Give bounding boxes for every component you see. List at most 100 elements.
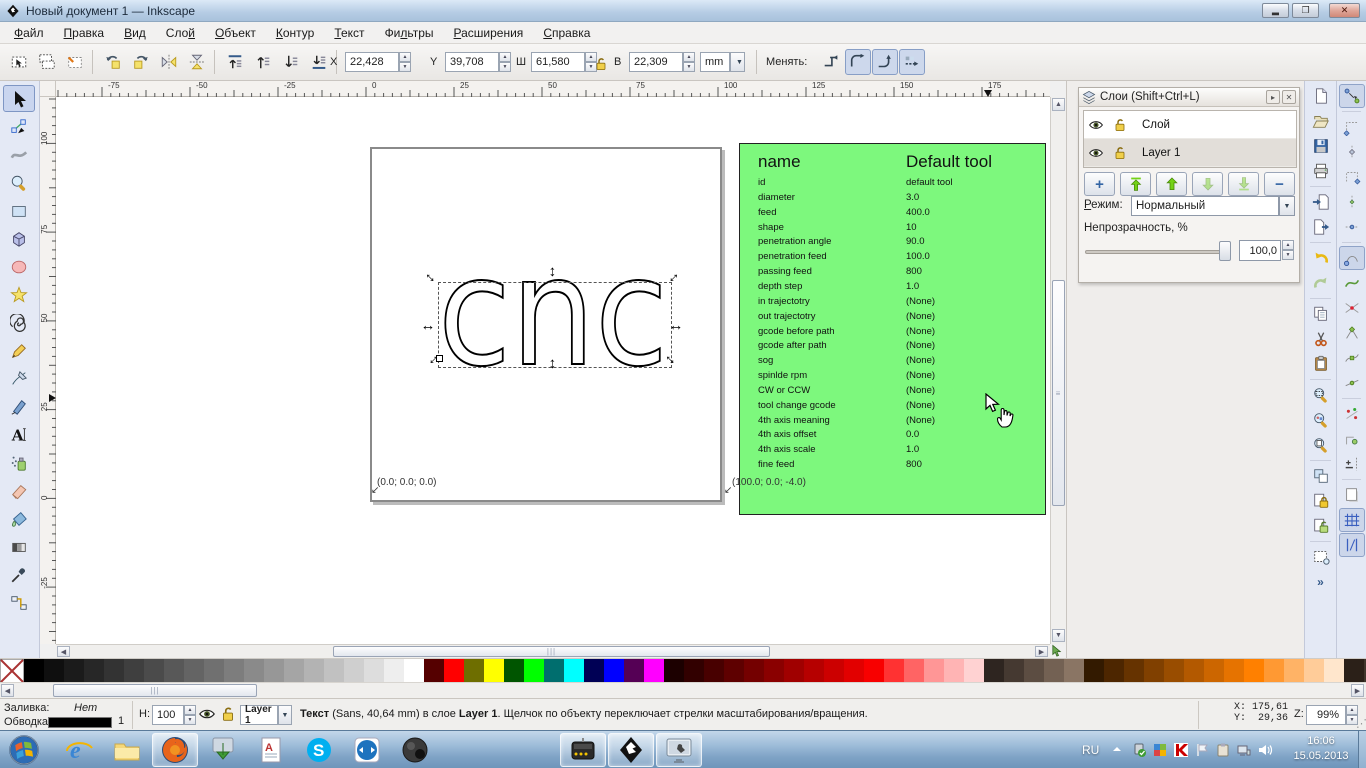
color-swatch[interactable]: [844, 659, 864, 682]
snap-page-border-button[interactable]: [1339, 483, 1365, 507]
color-swatch[interactable]: [764, 659, 784, 682]
color-swatch[interactable]: [24, 659, 44, 682]
spin-up-icon[interactable]: ▲: [683, 52, 695, 62]
color-swatch[interactable]: [744, 659, 764, 682]
color-swatch[interactable]: [464, 659, 484, 682]
coord-field-В[interactable]: 22,309: [629, 52, 683, 72]
taskbar-app-text-editor[interactable]: A: [248, 733, 294, 767]
taskbar-app-teamviewer[interactable]: [344, 733, 390, 767]
zoom-field[interactable]: 99%: [1306, 705, 1346, 725]
color-swatch[interactable]: [604, 659, 624, 682]
menu-1-файл[interactable]: Файл: [4, 23, 54, 43]
color-swatch[interactable]: [864, 659, 884, 682]
color-swatch[interactable]: [924, 659, 944, 682]
color-swatch[interactable]: [184, 659, 204, 682]
chevron-down-icon[interactable]: ▼: [278, 705, 292, 725]
color-swatch[interactable]: [104, 659, 124, 682]
lower-layer-button[interactable]: [1192, 172, 1223, 196]
color-swatch[interactable]: [1204, 659, 1224, 682]
network-icon[interactable]: [1236, 742, 1252, 758]
object-opacity-field[interactable]: 100: [152, 705, 184, 725]
flip-vertical-button[interactable]: [184, 49, 210, 75]
color-swatch[interactable]: [224, 659, 244, 682]
menu-2-правка[interactable]: Правка: [54, 23, 115, 43]
layer-row[interactable]: Слой: [1084, 111, 1296, 139]
lower-layer-to-bottom-button[interactable]: [1228, 172, 1259, 196]
color-swatch[interactable]: [1024, 659, 1044, 682]
color-swatch[interactable]: [484, 659, 504, 682]
color-swatch[interactable]: [1184, 659, 1204, 682]
taskbar-app-cnc-app[interactable]: [560, 733, 606, 767]
bezier-tool[interactable]: [3, 365, 35, 392]
minimize-button[interactable]: ▂: [1262, 3, 1289, 18]
scroll-up-icon[interactable]: ▲: [1052, 98, 1065, 111]
taskbar-clock[interactable]: 16:06 15.05.2013: [1284, 734, 1358, 764]
opacity-slider[interactable]: [1085, 250, 1231, 254]
scroll-right-icon[interactable]: ▶: [1351, 684, 1364, 697]
tray-expand-arrow[interactable]: [1110, 742, 1124, 756]
export-button[interactable]: [1308, 215, 1334, 239]
color-swatch[interactable]: [1044, 659, 1064, 682]
spin-down-icon[interactable]: ▼: [1282, 250, 1294, 260]
select-all-layers-button[interactable]: [34, 49, 60, 75]
update-icon[interactable]: [1152, 742, 1168, 758]
layer-row[interactable]: Layer 1: [1084, 139, 1296, 167]
box3d-tool[interactable]: [3, 225, 35, 252]
color-swatch[interactable]: [144, 659, 164, 682]
duplicate-button[interactable]: [1308, 464, 1334, 488]
spray-tool[interactable]: [3, 449, 35, 476]
affect-corners-toggle-button[interactable]: [845, 49, 871, 75]
delete-layer-button[interactable]: −: [1264, 172, 1295, 196]
color-swatch[interactable]: [284, 659, 304, 682]
taskbar-app-file-explorer[interactable]: [104, 733, 150, 767]
snap-cusp-nodes-button[interactable]: [1339, 321, 1365, 345]
connector-tool[interactable]: [3, 589, 35, 616]
calligraphy-tool[interactable]: [3, 393, 35, 420]
start-button[interactable]: [2, 733, 46, 767]
color-swatch[interactable]: [304, 659, 324, 682]
color-swatch[interactable]: [84, 659, 104, 682]
gradient-tool[interactable]: [3, 533, 35, 560]
color-swatch[interactable]: [1144, 659, 1164, 682]
deselect-button[interactable]: [62, 49, 88, 75]
color-swatch[interactable]: [1064, 659, 1084, 682]
taskbar-app-inkscape[interactable]: [608, 733, 654, 767]
spin-up-icon[interactable]: ▲: [184, 705, 196, 715]
lock-button[interactable]: [1308, 489, 1334, 513]
zoom-selection-button[interactable]: [1308, 383, 1334, 407]
snap-bbox-corners-button[interactable]: [1339, 165, 1365, 189]
color-swatch[interactable]: [1344, 659, 1364, 682]
menu-9-расширения[interactable]: Расширения: [444, 23, 534, 43]
color-swatch[interactable]: [964, 659, 984, 682]
taskbar-app-remote-viewer[interactable]: [656, 733, 702, 767]
hscroll-thumb[interactable]: |||: [333, 646, 770, 657]
flag-icon[interactable]: [1194, 742, 1210, 758]
color-swatch[interactable]: [1264, 659, 1284, 682]
zoom-drawing-button[interactable]: [1308, 408, 1334, 432]
color-swatch[interactable]: [544, 659, 564, 682]
snap-intersections-button[interactable]: [1339, 296, 1365, 320]
color-swatch[interactable]: [1244, 659, 1264, 682]
color-swatch[interactable]: [804, 659, 824, 682]
color-swatch[interactable]: [344, 659, 364, 682]
eye-icon[interactable]: [1088, 145, 1104, 161]
close-button[interactable]: ✕: [1329, 3, 1360, 18]
clipboard-icon[interactable]: [1215, 742, 1231, 758]
undo-button[interactable]: [1308, 246, 1334, 270]
copy-button[interactable]: [1308, 302, 1334, 326]
color-swatch[interactable]: [364, 659, 384, 682]
color-swatch[interactable]: [784, 659, 804, 682]
color-swatch[interactable]: [904, 659, 924, 682]
opacity-slider-handle[interactable]: [1219, 241, 1231, 261]
current-layer-select[interactable]: Layer 1: [240, 704, 278, 726]
spin-up-icon[interactable]: ▲: [399, 52, 411, 62]
scale-handle[interactable]: ↔: [547, 264, 564, 280]
color-swatch[interactable]: [1164, 659, 1184, 682]
gcodetools-library-object[interactable]: name Default tool id default tool diameter…: [739, 143, 1046, 515]
volume-icon[interactable]: [1257, 742, 1273, 758]
paste-button[interactable]: [1308, 352, 1334, 376]
canvas[interactable]: cnc ↔ ↔ ↔ ↔ ↔ ↔ ↔ ↔ name Default tool id default…: [56, 97, 1050, 644]
raise-layer-button[interactable]: [1156, 172, 1187, 196]
color-swatch[interactable]: [644, 659, 664, 682]
color-swatch[interactable]: [1324, 659, 1344, 682]
